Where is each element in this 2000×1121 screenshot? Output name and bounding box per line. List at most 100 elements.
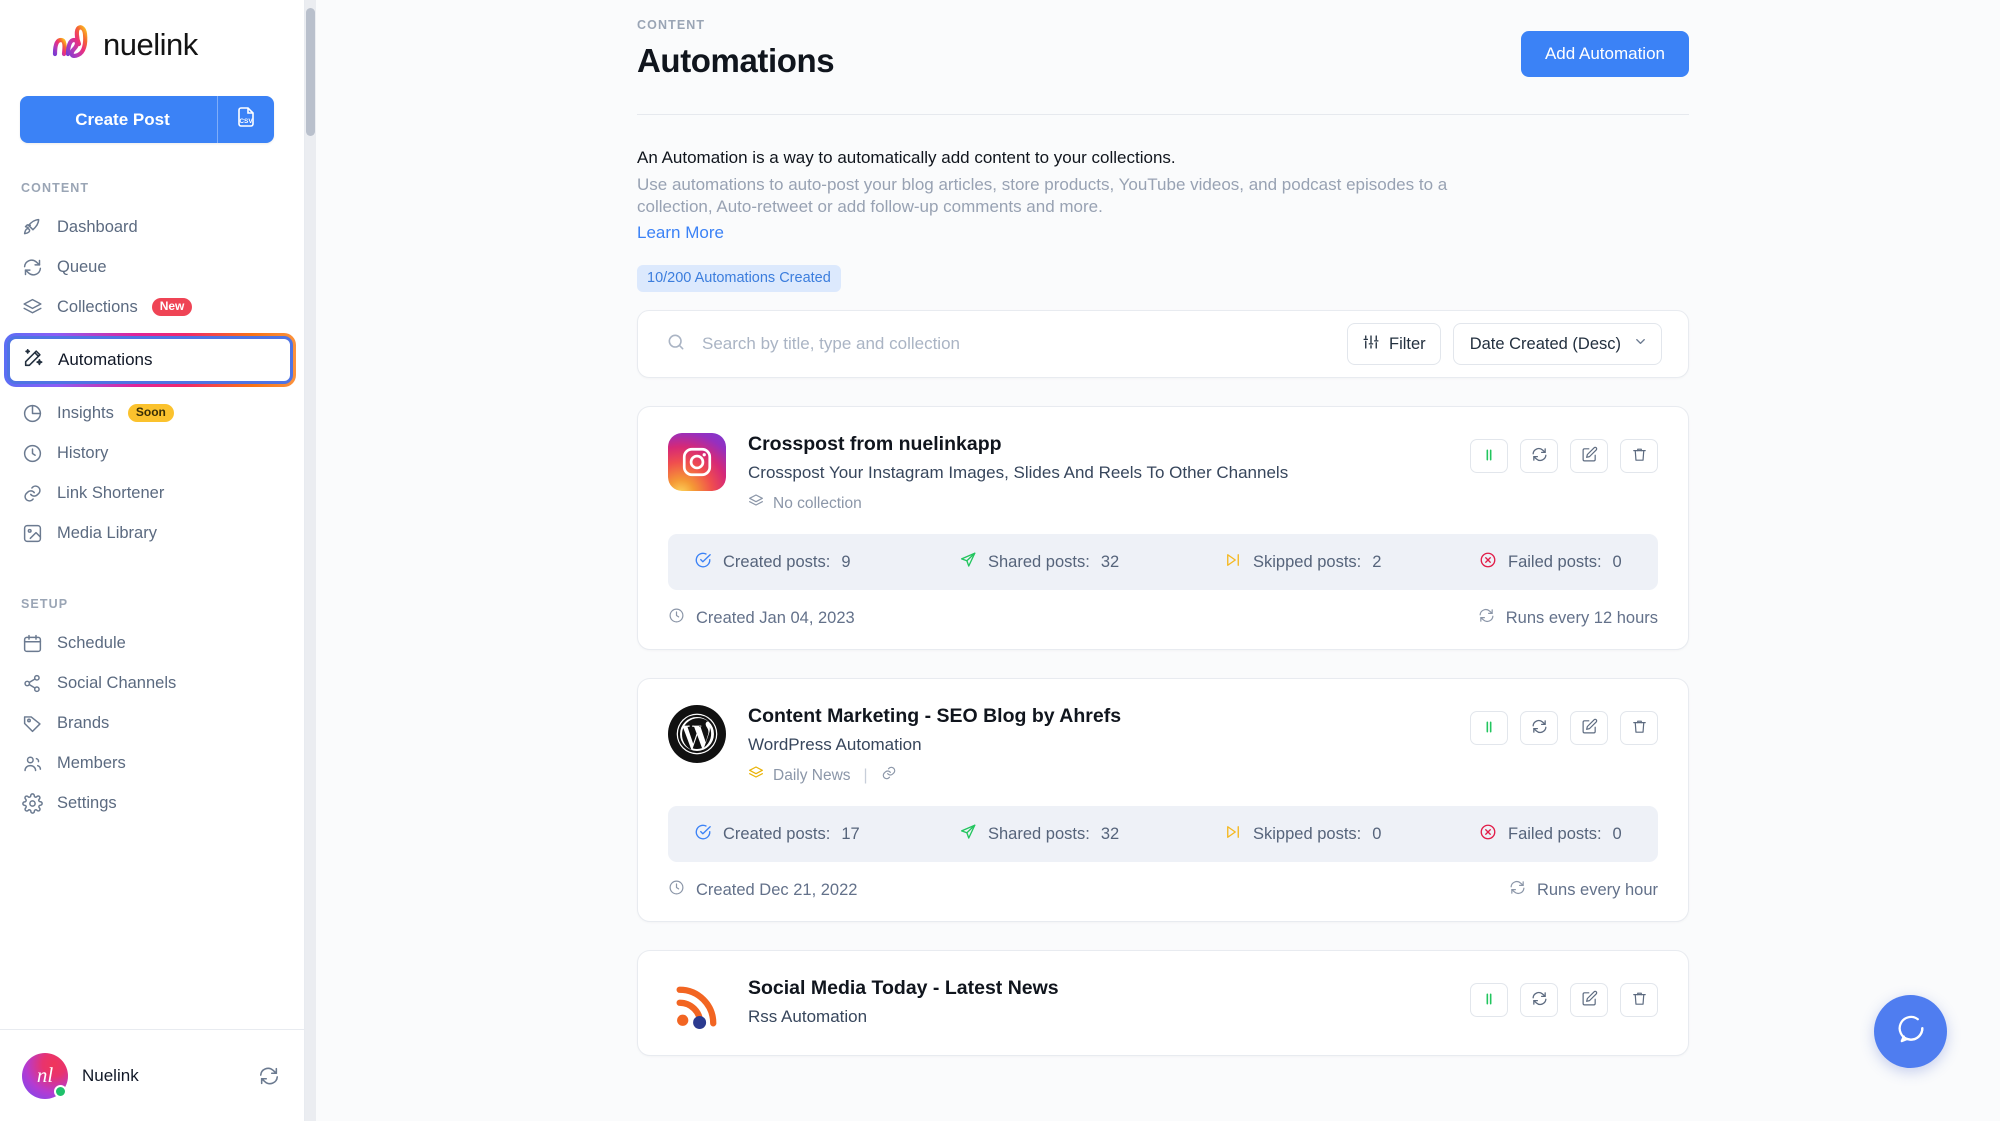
sidebar-item-social-channels[interactable]: Social Channels [12, 663, 292, 703]
sidebar-item-members[interactable]: Members [12, 743, 292, 783]
csv-upload-button[interactable]: CSV [218, 105, 274, 134]
create-post-button[interactable]: Create Post CSV [20, 96, 274, 143]
run-frequency: Runs every 12 hours [1478, 607, 1658, 629]
instagram-icon [668, 433, 726, 492]
edit-button[interactable] [1570, 983, 1608, 1018]
automation-actions [1470, 433, 1658, 514]
sort-value: Date Created (Desc) [1469, 334, 1621, 353]
sync-button[interactable] [1520, 439, 1558, 474]
scrollbar-thumb[interactable] [306, 8, 315, 136]
trash-icon [1631, 990, 1648, 1010]
link-icon[interactable] [881, 765, 897, 786]
stat-value: 2 [1372, 552, 1382, 571]
filter-label: Filter [1389, 334, 1426, 353]
collection-name[interactable]: Daily News [773, 767, 851, 785]
sidebar-nav-content: Dashboard Queue Collections New Automati… [0, 207, 304, 553]
add-automation-button[interactable]: Add Automation [1520, 31, 1689, 77]
created-date-label: Created Dec 21, 2022 [696, 880, 858, 899]
automation-card[interactable]: Social Media Today - Latest News Rss Aut… [637, 950, 1689, 1057]
automation-card[interactable]: Content Marketing - SEO Blog by Ahrefs W… [637, 678, 1689, 923]
delete-button[interactable] [1620, 439, 1658, 474]
learn-more-link[interactable]: Learn More [637, 223, 724, 243]
sidebar-item-settings[interactable]: Settings [12, 783, 292, 823]
sidebar-item-history[interactable]: History [12, 433, 292, 473]
sliders-icon [1362, 333, 1380, 356]
pause-icon [1481, 447, 1497, 466]
sidebar-item-label: Dashboard [57, 217, 138, 236]
sidebar-item-schedule[interactable]: Schedule [12, 623, 292, 663]
run-frequency-label: Runs every hour [1536, 880, 1658, 899]
check-circle-icon [694, 823, 712, 846]
delete-button[interactable] [1620, 711, 1658, 746]
avatar-initials: nl [36, 1063, 54, 1087]
nuelink-logo-icon [48, 22, 94, 68]
sidebar-item-collections[interactable]: Collections New [12, 287, 292, 327]
skip-icon [1224, 823, 1242, 846]
sync-button[interactable] [1520, 983, 1558, 1018]
automation-card[interactable]: Crosspost from nuelinkapp Crosspost Your… [637, 406, 1689, 651]
automation-subtitle: Crosspost Your Instagram Images, Slides … [748, 463, 1289, 483]
sidebar-item-brands[interactable]: Brands [12, 703, 292, 743]
magic-wand-icon [22, 347, 44, 374]
sidebar-item-automations[interactable]: Automations [4, 333, 296, 387]
sidebar-item-label: Social Channels [57, 673, 177, 692]
collection-name: No collection [773, 494, 862, 512]
search-input[interactable] [702, 334, 1348, 355]
edit-icon [1581, 990, 1598, 1010]
send-icon [959, 823, 977, 846]
workspace-footer[interactable]: nl Nuelink [0, 1029, 304, 1121]
sort-dropdown[interactable]: Date Created (Desc) [1452, 323, 1662, 366]
pie-chart-icon [21, 402, 43, 424]
refresh-icon [1509, 879, 1526, 901]
error-circle-icon [1479, 551, 1497, 574]
page-scrollbar[interactable] [305, 0, 316, 1121]
sidebar-item-insights[interactable]: Insights Soon [12, 393, 292, 433]
stat-value: 0 [1612, 552, 1622, 571]
delete-button[interactable] [1620, 983, 1658, 1018]
sidebar: nuelink Create Post CSV CONTENT Dashboar… [0, 0, 305, 1121]
pause-button[interactable] [1470, 711, 1508, 746]
stat-value: 17 [841, 824, 860, 843]
sidebar-item-queue[interactable]: Queue [12, 247, 292, 287]
edit-button[interactable] [1570, 439, 1608, 474]
badge-new: New [151, 297, 193, 317]
stat-skipped: Skipped posts: 0 [1224, 823, 1479, 846]
help-widget-button[interactable] [1874, 995, 1947, 1068]
refresh-icon [1531, 718, 1548, 738]
stat-label: Created posts: [723, 552, 831, 571]
stat-label: Shared posts: [988, 552, 1090, 571]
tag-icon [21, 712, 43, 734]
pause-icon [1481, 719, 1497, 738]
sidebar-item-media-library[interactable]: Media Library [12, 513, 292, 553]
rss-icon [668, 977, 726, 1035]
app-root: nuelink Create Post CSV CONTENT Dashboar… [0, 0, 2000, 1121]
sidebar-item-label: Brands [57, 713, 110, 732]
breadcrumb: CONTENT [637, 18, 706, 32]
stat-value: 32 [1100, 824, 1120, 843]
edit-button[interactable] [1570, 711, 1608, 746]
automation-title: Crosspost from nuelinkapp [748, 433, 1002, 456]
filter-button[interactable]: Filter [1347, 323, 1441, 366]
sidebar-item-dashboard[interactable]: Dashboard [12, 207, 292, 247]
edit-icon [1581, 446, 1598, 466]
trash-icon [1631, 446, 1648, 466]
chat-bubble-icon [1894, 1012, 1928, 1051]
chevron-down-icon [1633, 334, 1648, 354]
csv-file-icon: CSV [234, 105, 258, 134]
stat-value: 32 [1100, 552, 1120, 571]
sidebar-item-link-shortener[interactable]: Link Shortener [12, 473, 292, 513]
brand-logo[interactable]: nuelink [0, 0, 304, 78]
intro-block: An Automation is a way to automatically … [637, 115, 1689, 293]
brand-name: nuelink [103, 27, 198, 62]
wordpress-icon [668, 705, 726, 764]
sync-button[interactable] [1520, 711, 1558, 746]
created-date: Created Jan 04, 2023 [668, 607, 855, 629]
automation-footer: Created Jan 04, 2023 Runs every 12 hours [668, 607, 1658, 629]
check-circle-icon [694, 551, 712, 574]
switch-workspace-icon[interactable] [258, 1065, 280, 1087]
sidebar-item-label: Members [57, 753, 126, 772]
pause-button[interactable] [1470, 983, 1508, 1018]
run-frequency: Runs every hour [1509, 879, 1658, 901]
share-icon [21, 672, 43, 694]
pause-button[interactable] [1470, 439, 1508, 474]
